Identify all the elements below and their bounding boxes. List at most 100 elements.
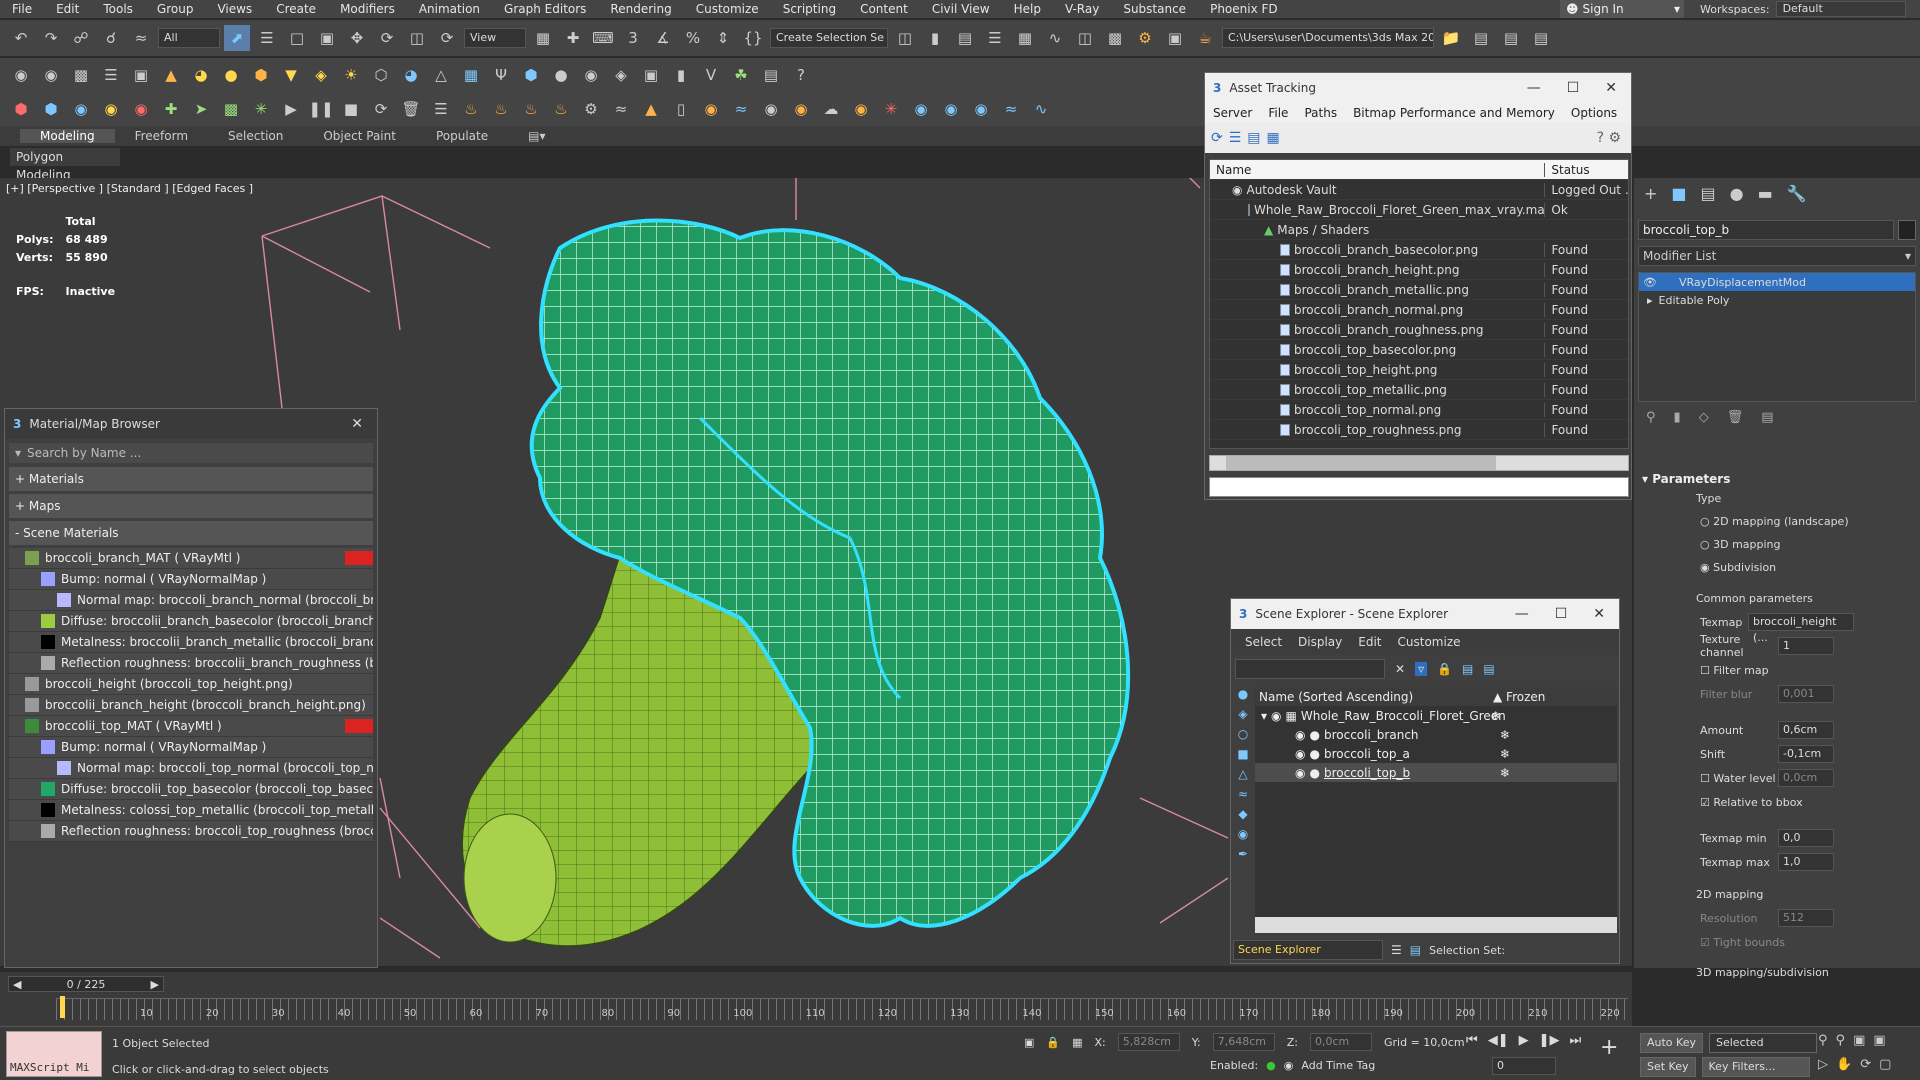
table-row[interactable]: ▾ ◉ ▦ Whole_Raw_Broccoli_Floret_Green ❄ (1255, 706, 1617, 725)
list-item[interactable]: broccolii_branch_height (broccoli_branch… (9, 695, 373, 716)
ies-light-icon[interactable]: ◈ (308, 62, 334, 88)
menu-file[interactable]: File (1260, 106, 1296, 120)
time-marker[interactable] (60, 996, 65, 1018)
table-row[interactable]: broccoli_branch_basecolor.png Found (1210, 240, 1628, 260)
add-time-tag-button[interactable]: Add Time Tag (1301, 1059, 1375, 1072)
project-settings-icon[interactable]: ▤ (1528, 25, 1554, 51)
previous-frame-icon[interactable]: ◀❚ (1488, 1033, 1509, 1048)
sim-icon-5[interactable]: ◉ (128, 96, 154, 122)
sim-icon-9[interactable]: ✳ (248, 96, 274, 122)
remove-modifier-icon[interactable]: 🗑 (1727, 410, 1744, 434)
frozen-icon[interactable]: ❄ (1491, 709, 1501, 723)
mirror-icon[interactable]: ◫ (892, 25, 918, 51)
minimize-icon[interactable]: — (1515, 606, 1529, 622)
menu-graph-editors[interactable]: Graph Editors (492, 2, 598, 16)
edit-named-selection-icon[interactable]: {} (740, 25, 766, 51)
time-slider[interactable]: ◀ 0 / 225 ▶ (8, 976, 164, 992)
frozen-icon[interactable]: ❄ (1500, 747, 1510, 761)
table-row[interactable]: broccoli_branch_metallic.png Found (1210, 280, 1628, 300)
splash-icon[interactable]: ◉ (848, 96, 874, 122)
workspace-dropdown[interactable]: Default (1775, 1, 1906, 17)
delete-cache-icon[interactable]: 🗑 (398, 96, 424, 122)
menu-display[interactable]: Display (1290, 635, 1350, 649)
shape-filter-icon[interactable]: ◈ (1238, 707, 1247, 721)
source-icon[interactable]: ⚙ (578, 96, 604, 122)
menu-animation[interactable]: Animation (407, 2, 492, 16)
list-item[interactable]: Normal map: broccoli_top_normal (broccol… (9, 758, 373, 779)
make-unique-icon[interactable]: ◇ (1699, 410, 1709, 434)
hierarchy-icon[interactable]: ▤ (1462, 662, 1473, 676)
texture-channel-spinner[interactable]: 1 (1778, 637, 1834, 655)
isolate-icon[interactable]: ▣ (1024, 1036, 1034, 1049)
current-frame-field[interactable]: 0 (1492, 1057, 1556, 1075)
project-path-dropdown[interactable]: C:\Users\user\Documents\3ds Max 2022 (1222, 28, 1434, 48)
render-setup-icon[interactable]: ⚙ (1132, 25, 1158, 51)
toggle-scene-explorer-icon[interactable]: ▤ (952, 25, 978, 51)
selection-lock-icon[interactable]: 🔒 (1046, 1036, 1060, 1049)
lightmix-icon[interactable]: ▮ (668, 62, 694, 88)
sim-list-icon[interactable]: ☰ (428, 96, 454, 122)
y-coordinate-field[interactable]: 7,648cm (1212, 1033, 1275, 1051)
layer-icon[interactable]: ▤ (1483, 662, 1494, 676)
emitter-icon[interactable]: ▲ (638, 96, 664, 122)
collapse-arrow-icon[interactable]: ▾ (1261, 709, 1267, 723)
modifier-list-dropdown[interactable]: Modifier List ▾ (1638, 246, 1916, 266)
rotate-icon[interactable]: ⟳ (374, 25, 400, 51)
auto-key-button[interactable]: Auto Key (1640, 1033, 1703, 1053)
ribbon-sub-label[interactable]: Polygon Modeling (10, 148, 120, 182)
drag-icon[interactable]: ◉ (968, 96, 994, 122)
material-browser-titlebar[interactable]: 3 Material/Map Browser ✕ (5, 409, 377, 439)
move-icon[interactable]: ✥ (344, 25, 370, 51)
render-icon[interactable]: ▣ (128, 62, 154, 88)
maxscript-listener[interactable]: MAXScript Mi (6, 1031, 102, 1077)
table-row[interactable]: ◉ Autodesk Vault Logged Out ... (1210, 180, 1628, 200)
menu-rendering[interactable]: Rendering (598, 2, 683, 16)
table-row[interactable]: broccoli_top_roughness.png Found (1210, 420, 1628, 440)
eye-icon[interactable]: ◉ (1295, 747, 1305, 761)
table-row[interactable]: ▲ Maps / Shaders (1210, 220, 1628, 240)
menu-vray[interactable]: V-Ray (1053, 2, 1111, 16)
horizontal-scrollbar[interactable] (1209, 455, 1629, 471)
wave-icon[interactable]: ∿ (1028, 96, 1054, 122)
filter-icon[interactable]: ▿ (1415, 662, 1428, 676)
eye-icon[interactable]: ◉ (1295, 766, 1305, 780)
table-row[interactable]: broccoli_top_height.png Found (1210, 360, 1628, 380)
maximize-icon[interactable]: ☐ (1555, 606, 1568, 622)
chaos-icon[interactable]: ☘ (728, 62, 754, 88)
ocean-icon[interactable]: ≈ (728, 96, 754, 122)
spacewarp-filter-icon[interactable]: ≈ (1238, 787, 1248, 801)
explosion-icon[interactable]: ✳ (878, 96, 904, 122)
sets-icon[interactable]: ▤ (1410, 943, 1421, 957)
align-icon[interactable]: ▮ (922, 25, 948, 51)
play-icon[interactable]: ▶ (278, 96, 304, 122)
z-coordinate-field[interactable]: 0,0cm (1309, 1033, 1372, 1051)
fov-icon[interactable]: ▷ (1818, 1057, 1828, 1072)
vray-logo-icon[interactable]: V (698, 62, 724, 88)
create-tab-icon[interactable]: + (1644, 184, 1657, 203)
pivot-icon[interactable]: ▦ (530, 25, 556, 51)
table-row[interactable]: ◉ ● broccoli_top_b ❄ (1255, 763, 1617, 782)
motion-tab-icon[interactable]: ● (1730, 184, 1744, 203)
menu-substance[interactable]: Substance (1111, 2, 1198, 16)
show-end-result-icon[interactable]: ▮ (1674, 410, 1681, 434)
go-to-end-icon[interactable]: ⏭ (1569, 1033, 1581, 1048)
menu-customize[interactable]: Customize (1390, 635, 1469, 649)
close-icon[interactable]: ✕ (351, 416, 363, 432)
reference-coordinate-dropdown[interactable]: View (464, 28, 526, 48)
eye-icon[interactable]: ◉ (1271, 709, 1281, 723)
sim-icon-8[interactable]: ▩ (218, 96, 244, 122)
rect-selection-icon[interactable]: □ (284, 25, 310, 51)
eye-icon[interactable]: 👁 (1643, 276, 1657, 289)
ribbon-options-icon[interactable]: ▤▾ (508, 129, 565, 143)
window-crossing-icon[interactable]: ▣ (314, 25, 340, 51)
sphere-light-icon[interactable]: ⬢ (248, 62, 274, 88)
list-item[interactable]: broccoli_height (broccoli_top_height.png… (9, 674, 373, 695)
material-editor-icon[interactable]: ▩ (1102, 25, 1128, 51)
bind-spacewarp-icon[interactable]: ≈ (128, 25, 154, 51)
water-level-checkbox[interactable]: ☐ Water level (1700, 772, 1778, 785)
display-tab-icon[interactable]: ▬ (1758, 184, 1773, 203)
table-row[interactable]: ◉ ● broccoli_top_a ❄ (1255, 744, 1617, 763)
list-item[interactable]: Diffuse: broccolii_branch_basecolor (bro… (9, 611, 373, 632)
menu-customize[interactable]: Customize (684, 2, 771, 16)
table-row[interactable]: broccoli_top_normal.png Found (1210, 400, 1628, 420)
